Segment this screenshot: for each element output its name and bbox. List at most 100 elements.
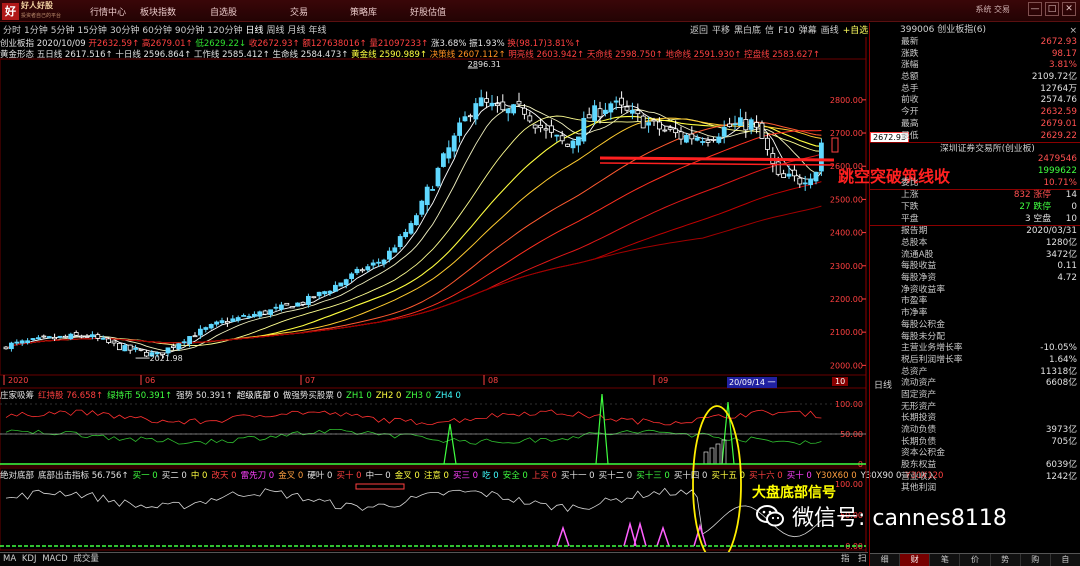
tab-macd[interactable]: MACD — [42, 554, 67, 564]
order-label — [901, 166, 1038, 178]
candle-body — [289, 306, 295, 309]
tab-kdj[interactable]: KDJ — [22, 554, 37, 564]
fund-label: 流动资产 — [901, 378, 937, 389]
x-tick-label: 07 — [305, 376, 315, 385]
quote-label: 最新 — [901, 37, 919, 47]
indicator-field: 金叉 0 — [394, 471, 420, 481]
indicator-field: 上买 0 — [531, 471, 557, 481]
indicator2-header: 绝对底部 底部出击指标 56.756↑ 买一 0 买二 0中 0 改天 0 雷先刀 0 金叉… — [0, 469, 943, 481]
candle-body — [430, 189, 436, 191]
fund-value: 3973亿 — [1045, 425, 1077, 435]
candle-body — [743, 119, 749, 131]
indicator-field: 买十二 0 — [598, 471, 633, 481]
quote-label: 今开 — [901, 107, 919, 118]
panel-tab[interactable]: 自 — [1051, 554, 1080, 566]
fund-row: 报告期 2020/03/31 — [870, 226, 1080, 238]
fund-row: 主营业务增长率 -10.05% — [870, 343, 1080, 355]
candle-body — [381, 259, 387, 265]
close-button[interactable]: ✕ — [1062, 2, 1076, 16]
panel-tab[interactable]: 财 — [900, 554, 931, 566]
indicator-name: 绝对底部 — [0, 471, 35, 481]
candle-body — [19, 340, 25, 344]
indicator-field: 改天 0 — [211, 471, 237, 481]
candle-body — [667, 127, 673, 130]
candle-body — [630, 109, 635, 114]
candle-body — [203, 327, 209, 330]
candle-body — [117, 342, 122, 351]
candle-body — [532, 124, 538, 129]
fund-value: 4.72 — [1057, 273, 1077, 284]
candle-body — [808, 178, 813, 186]
candle-body — [224, 321, 230, 324]
minimize-button[interactable]: — — [1028, 2, 1042, 16]
candle-body — [592, 105, 597, 121]
quote-title: 399006 创业板指(6) × — [900, 24, 1077, 38]
ind1-red-line — [5, 409, 822, 426]
fund-row: 资本公积金 — [870, 448, 1080, 460]
fund-value: 6039亿 — [1045, 460, 1077, 471]
fund-label: 无形资产 — [901, 401, 937, 412]
ind2-spike — [556, 525, 570, 547]
indicator-field: 强势 50.391↑ — [176, 391, 233, 401]
candle-body — [165, 347, 171, 354]
panel-tab[interactable]: 购 — [1021, 554, 1051, 566]
candle-body — [597, 108, 603, 118]
panel-tab[interactable]: 细 — [870, 554, 901, 566]
fund-value: 3472亿 — [1045, 249, 1077, 260]
indicator-field: ZH1 0 — [346, 391, 372, 401]
candle-body — [235, 317, 241, 321]
candle-body — [608, 103, 614, 113]
low-marker-label: 2021.98 — [150, 354, 183, 363]
quote-label: 最低 — [901, 130, 919, 141]
maximize-button[interactable]: □ — [1045, 2, 1059, 16]
candle-body — [25, 340, 31, 344]
gap-candle — [831, 137, 839, 153]
candle-body — [251, 313, 257, 317]
candle-body — [765, 137, 770, 150]
fund-label: 长期投资 — [901, 413, 937, 424]
candle-body — [359, 269, 365, 272]
candle-body — [36, 337, 41, 340]
fund-label: 税后利润增长率 — [901, 354, 963, 365]
indicator-field: 中一 0 — [365, 471, 391, 481]
x-tick-label: 2020 — [8, 376, 28, 385]
fund-label: 每股收益 — [901, 261, 937, 272]
candle-body — [619, 97, 624, 106]
fund-row: 股东权益 6039亿 — [870, 460, 1080, 472]
candle-body — [370, 262, 376, 266]
panel-tab[interactable]: 价 — [960, 554, 991, 566]
fund-value: 2020/03/31 — [1026, 226, 1077, 237]
candle-body — [732, 123, 738, 126]
candle-body — [403, 231, 409, 238]
panel-tab[interactable]: 笔 — [930, 554, 961, 566]
quote-value: 12764万 — [1040, 83, 1077, 94]
tab-volume[interactable]: 成交量 — [73, 554, 99, 564]
candle-body — [640, 115, 646, 129]
fund-row: 净资收益率 — [870, 285, 1080, 297]
exchange-label: 深圳证券交易所(创业板) — [870, 142, 1080, 154]
candle-body — [819, 142, 824, 172]
tab-ma[interactable]: MA — [3, 554, 16, 564]
fund-label: 其他利润 — [901, 483, 937, 494]
breakout-line-2 — [599, 162, 835, 166]
candle-body — [327, 290, 333, 294]
candle-body — [451, 135, 457, 152]
fund-row: 长期负债 705亿 — [870, 437, 1080, 449]
indicator-field: 超级底部 0 — [236, 391, 279, 401]
fund-row: 每股净资 4.72 — [870, 273, 1080, 285]
quote-row: 涨幅 3.81% — [870, 60, 1080, 72]
candle-body — [797, 177, 803, 185]
tab-zhi[interactable]: 指 — [841, 553, 850, 566]
panel-tab[interactable]: 势 — [991, 554, 1021, 566]
candle-body — [386, 250, 392, 260]
close-panel-icon[interactable]: × — [1069, 24, 1077, 38]
system-menu[interactable]: 系统 交易 — [975, 4, 1010, 15]
tab-sao[interactable]: 扫 — [858, 553, 867, 566]
quote-value: 2679.01 — [1040, 118, 1077, 129]
candle-body — [268, 309, 274, 315]
candle-body — [635, 110, 641, 115]
quote-label: 前收 — [901, 95, 919, 106]
candle-body — [392, 247, 398, 253]
kline-chart[interactable]: 2800.002700.002600.002500.002400.002300.… — [0, 0, 868, 566]
candle-body — [646, 122, 651, 126]
